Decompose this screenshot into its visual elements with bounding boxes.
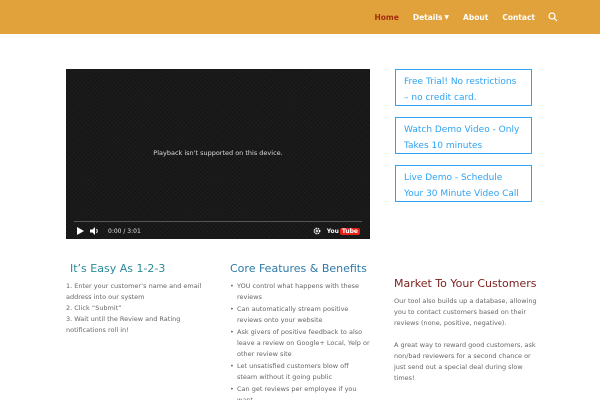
playback-message: Playback isn't supported on this device. bbox=[153, 149, 283, 157]
feature-item: YOU control what happens with these revi… bbox=[230, 281, 370, 303]
video-progress-bar[interactable] bbox=[74, 221, 362, 222]
features-section: Core Features & Benefits YOU control wha… bbox=[230, 262, 370, 400]
volume-icon[interactable] bbox=[90, 227, 100, 235]
video-controls: 0:00 / 3:01 You Tube bbox=[66, 223, 370, 239]
easy-step: 1. Enter your customer’s name and email … bbox=[66, 282, 202, 301]
nav-contact[interactable]: Contact bbox=[502, 13, 535, 22]
youtube-logo[interactable]: You Tube bbox=[326, 227, 360, 235]
youtube-logo-tube: Tube bbox=[339, 227, 360, 235]
play-icon[interactable] bbox=[76, 227, 84, 235]
easy-title: It’s Easy As 1-2-3 bbox=[70, 262, 166, 275]
nav-details-label: Details bbox=[412, 12, 443, 22]
feature-item: Can automatically stream positive review… bbox=[230, 304, 370, 326]
watch-demo-button[interactable]: Watch Demo Video - Only Takes 10 minutes bbox=[395, 117, 532, 154]
nav-about[interactable]: About bbox=[463, 13, 488, 22]
nav-contact-label: Contact bbox=[502, 12, 535, 22]
youtube-logo-you: You bbox=[326, 227, 339, 235]
header-bar: Home Details ▼ About Contact bbox=[0, 0, 600, 34]
main-nav: Home Details ▼ About Contact bbox=[361, 12, 559, 22]
settings-icon[interactable] bbox=[313, 227, 321, 235]
search-icon[interactable] bbox=[548, 12, 558, 22]
video-time: 0:00 / 3:01 bbox=[108, 227, 141, 235]
feature-item: Let unsatisfied customers blow off steam… bbox=[230, 361, 370, 383]
features-list: YOU control what happens with these revi… bbox=[230, 281, 370, 400]
free-trial-button[interactable]: Free Trial! No restrictions – no credit … bbox=[395, 69, 532, 106]
market-paragraph: A great way to reward good customers, as… bbox=[394, 341, 536, 382]
easy-section: It’s Easy As 1-2-3 1. Enter your custome… bbox=[66, 262, 206, 336]
market-title: Market To Your Customers bbox=[394, 277, 537, 290]
nav-details[interactable]: Details ▼ bbox=[413, 13, 449, 22]
live-demo-button[interactable]: Live Demo - Schedule Your 30 Minute Vide… bbox=[395, 165, 532, 202]
nav-home-label: Home bbox=[374, 12, 399, 22]
easy-step: 3. Wait until the Review and Rating noti… bbox=[66, 315, 181, 334]
features-title: Core Features & Benefits bbox=[230, 262, 367, 275]
market-section: Market To Your Customers Our tool also b… bbox=[394, 277, 539, 395]
chevron-down-icon: ▼ bbox=[444, 13, 450, 21]
nav-about-label: About bbox=[463, 12, 489, 22]
feature-item: Ask givers of positive feedback to also … bbox=[230, 327, 370, 360]
feature-item: Can get reviews per employee if you want bbox=[230, 384, 370, 400]
video-player[interactable]: Playback isn't supported on this device.… bbox=[66, 69, 370, 239]
nav-home[interactable]: Home bbox=[375, 13, 399, 22]
easy-step: 2. Click “Submit” bbox=[66, 304, 122, 312]
market-paragraph: Our tool also builds up a database, allo… bbox=[394, 297, 537, 327]
